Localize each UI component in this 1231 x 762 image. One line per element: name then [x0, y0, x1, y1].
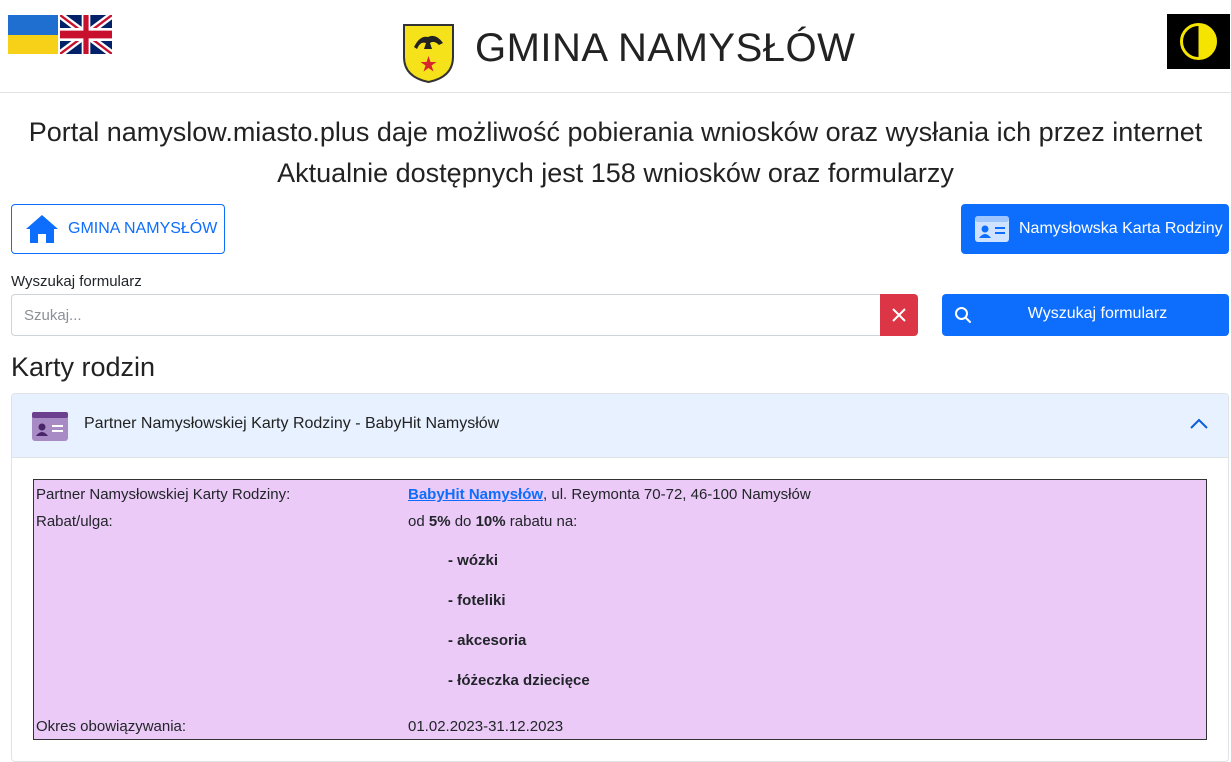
- discount-prefix: od: [408, 513, 429, 530]
- family-card-button[interactable]: Namysłowska Karta Rodziny: [961, 204, 1229, 254]
- home-icon: [26, 215, 58, 243]
- validity-key: Okres obowiązywania:: [36, 718, 187, 735]
- discount-value: od 5% do 10% rabatu na:: [408, 513, 577, 530]
- search-input[interactable]: [11, 294, 881, 336]
- accordion-title: Partner Namysłowskiej Karty Rodziny - Ba…: [84, 415, 500, 432]
- header: GMINA NAMYSŁÓW: [0, 0, 1231, 93]
- partner-details: Partner Namysłowskiej Karty Rodziny: Bab…: [33, 479, 1207, 740]
- id-card-icon: [32, 412, 68, 441]
- partner-address: , ul. Reymonta 70-72, 46-100 Namysłów: [543, 486, 811, 503]
- crest-icon: [403, 24, 454, 84]
- discount-item: - łóżeczka dziecięce: [448, 672, 590, 689]
- site-title: GMINA NAMYSŁÓW: [475, 26, 856, 70]
- discount-item: - wózki: [448, 552, 499, 569]
- close-icon: [892, 308, 906, 322]
- id-card-icon: [975, 216, 1009, 242]
- intro-line-2: Aktualnie dostępnych jest 158 wniosków o…: [277, 158, 954, 188]
- section-title: Karty rodzin: [11, 352, 156, 382]
- clear-search-button[interactable]: [880, 294, 918, 336]
- discount-min: 5%: [428, 513, 451, 530]
- partner-key: Partner Namysłowskiej Karty Rodziny:: [36, 486, 291, 503]
- home-button[interactable]: GMINA NAMYSŁÓW: [11, 204, 225, 254]
- contrast-icon: [1180, 23, 1217, 60]
- discount-key: Rabat/ulga:: [36, 513, 113, 530]
- partner-value: BabyHit Namysłów, ul. Reymonta 70-72, 46…: [408, 486, 811, 503]
- partner-link[interactable]: BabyHit Namysłów: [408, 486, 543, 503]
- home-button-label: GMINA NAMYSŁÓW: [68, 220, 218, 237]
- accordion-header[interactable]: Partner Namysłowskiej Karty Rodziny - Ba…: [12, 394, 1228, 458]
- discount-item: - akcesoria: [448, 632, 527, 649]
- intro-text: Portal namyslow.miasto.plus daje możliwo…: [0, 112, 1231, 194]
- discount-max: 10%: [475, 513, 506, 530]
- family-card-button-label: Namysłowska Karta Rodziny: [1019, 220, 1223, 237]
- validity-value: 01.02.2023-31.12.2023: [408, 718, 564, 735]
- contrast-toggle[interactable]: [1167, 14, 1230, 69]
- flag-uk-icon[interactable]: [60, 15, 112, 54]
- search-button-label: Wyszukaj formularz: [1027, 305, 1168, 322]
- search-button[interactable]: Wyszukaj formularz: [942, 294, 1229, 336]
- intro-line-1: Portal namyslow.miasto.plus daje możliwo…: [28, 117, 1203, 147]
- search-label: Wyszukaj formularz: [11, 273, 142, 290]
- discount-item: - foteliki: [448, 592, 506, 609]
- discount-suffix: rabatu na:: [505, 513, 578, 530]
- discount-mid: do: [450, 513, 476, 530]
- chevron-up-icon: [1190, 418, 1208, 429]
- accordion: Partner Namysłowskiej Karty Rodziny - Ba…: [11, 393, 1229, 762]
- flag-ukraine-icon[interactable]: [8, 15, 58, 54]
